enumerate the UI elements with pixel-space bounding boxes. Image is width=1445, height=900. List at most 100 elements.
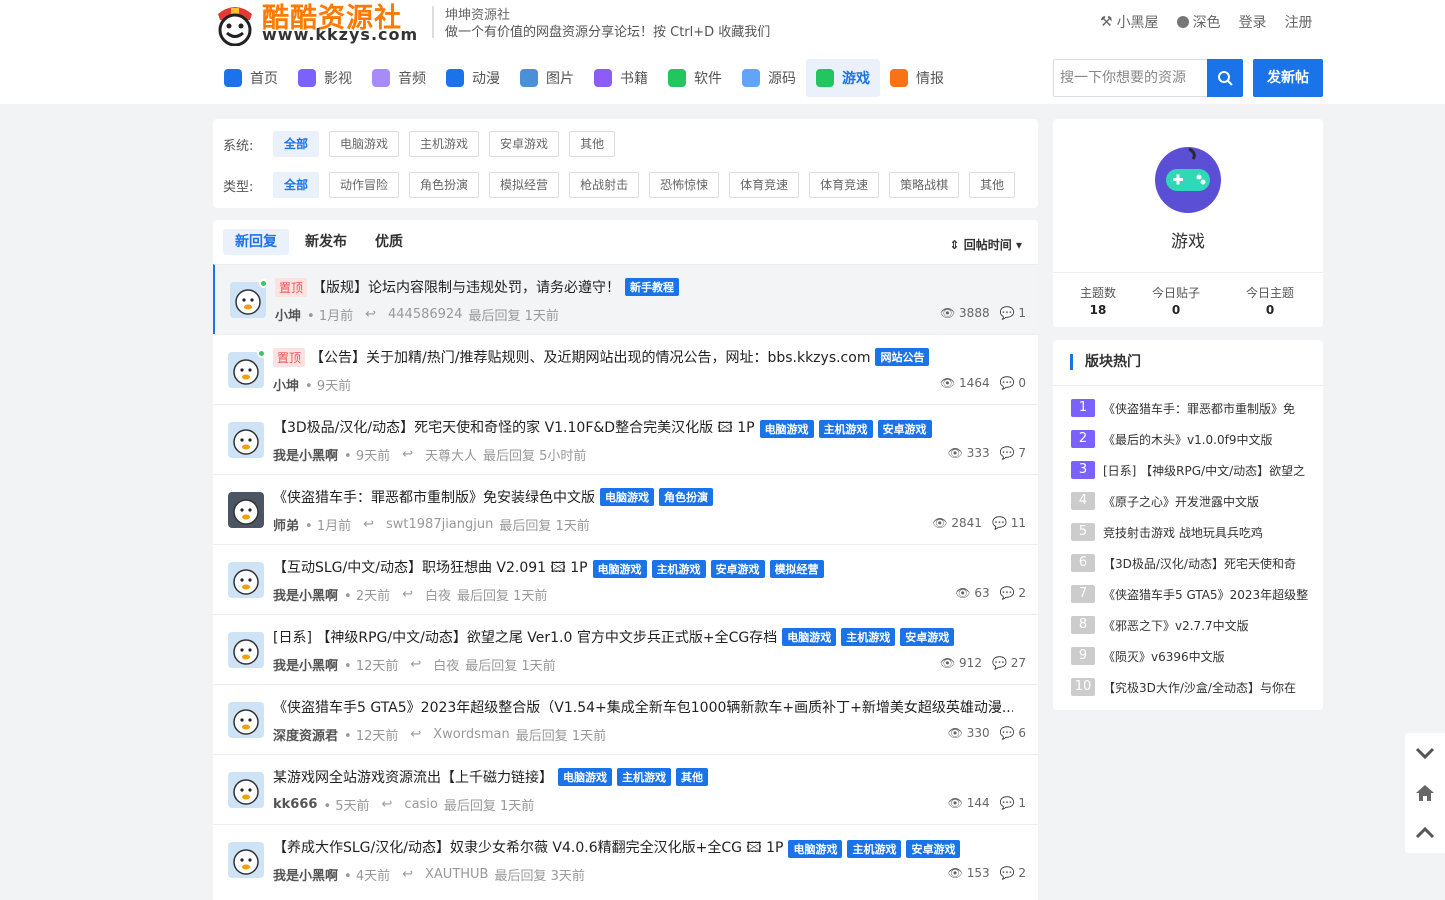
avatar[interactable] (228, 702, 264, 738)
tab-new-reply[interactable]: 新回复 (223, 229, 289, 255)
avatar[interactable] (228, 492, 264, 528)
system-filter-chip[interactable]: 安卓游戏 (489, 131, 560, 157)
hot-thread-item[interactable]: 7 《侠盗猎车手5 GTA5》2023年超级整 (1071, 585, 1311, 603)
login-link[interactable]: 登录 (1239, 12, 1267, 32)
type-filter-chip[interactable]: 全部 (273, 172, 320, 198)
last-replier[interactable]: 天尊大人 (425, 445, 477, 464)
thread-title-text[interactable]: 《侠盗猎车手：罪恶都市重制版》免安装绿色中文版 (273, 487, 595, 507)
thread-title[interactable]: 【3D极品/汉化/动态】死宅天使和奇怪的家 V1.10F&D整合完美汉化版 🖾 … (273, 417, 1013, 441)
hot-thread-title[interactable]: 《邪恶之下》v2.7.7中文版 (1103, 617, 1249, 634)
table-row[interactable]: 【互动SLG/中文/动态】职场狂想曲 V2.091 🖾 1P 电脑游戏 主机游戏 安卓… (213, 544, 1038, 614)
category-tag[interactable]: 安卓游戏 (900, 628, 955, 646)
hot-thread-title[interactable]: 《原子之心》开发泄露中文版 (1103, 493, 1259, 510)
avatar[interactable] (228, 772, 264, 808)
system-filter-chip[interactable]: 电脑游戏 (329, 131, 400, 157)
thread-title[interactable]: [日系] 【神级RPG/中文/动态】欲望之尾 Ver1.0 官方中文步兵正式版+… (273, 627, 1013, 647)
table-row[interactable]: 《侠盗猎车手：罪恶都市重制版》免安装绿色中文版 电脑游戏 角色扮演 师弟 • 1月前 ↩ s… (213, 474, 1038, 544)
thread-title[interactable]: 某游戏网全站游戏资源流出【上千磁力链接】 电脑游戏 主机游戏 其他 (273, 767, 1013, 787)
table-row[interactable]: 《侠盗猎车手5 GTA5》2023年超级整合版（V1.54+集成全新车包1000… (213, 684, 1038, 754)
site-logo[interactable]: 酷酷资源社 www.kkzys.com (212, 0, 417, 46)
last-replier[interactable]: 444586924 (388, 307, 462, 322)
type-filter-chip[interactable]: 体育竞速 (809, 172, 880, 198)
category-tag[interactable]: 电脑游戏 (558, 768, 612, 786)
nav-item-8[interactable]: 游戏 (806, 59, 880, 97)
category-tag[interactable]: 安卓游戏 (877, 420, 932, 438)
hot-thread-title[interactable]: 《侠盗猎车手5 GTA5》2023年超级整 (1103, 586, 1308, 603)
thread-title[interactable]: 【养成大作SLG/汉化/动态】奴隶少女希尔薇 V4.0.6精翻完全汉化版+全CG… (273, 837, 1013, 861)
blackroom-link[interactable]: ⚒ 小黑屋 (1100, 12, 1159, 32)
hot-thread-item[interactable]: 5 竞技射击游戏 战地玩具兵吃鸡 (1071, 523, 1311, 541)
avatar[interactable] (228, 842, 264, 878)
nav-item-6[interactable]: 软件 (658, 59, 732, 97)
type-filter-chip[interactable]: 体育竞速 (729, 172, 800, 198)
nav-item-7[interactable]: 源码 (732, 59, 806, 97)
author-name[interactable]: kk666 (273, 797, 317, 812)
hot-thread-item[interactable]: 6 【3D极品/汉化/动态】死宅天使和奇 (1071, 554, 1311, 572)
type-filter-chip[interactable]: 策略战棋 (889, 172, 960, 198)
thread-title-text[interactable]: 【版规】论坛内容限制与违规处罚，请务必遵守！ (312, 277, 620, 297)
hot-thread-title[interactable]: 【3D极品/汉化/动态】死宅天使和奇 (1103, 555, 1296, 572)
category-tag[interactable]: 电脑游戏 (592, 560, 647, 578)
avatar[interactable] (228, 422, 264, 458)
category-tag[interactable]: 电脑游戏 (600, 488, 654, 506)
hot-thread-item[interactable]: 4 《原子之心》开发泄露中文版 (1071, 492, 1311, 510)
new-post-button[interactable]: 发新帖 (1253, 59, 1323, 97)
nav-item-0[interactable]: 首页 (214, 59, 288, 97)
thread-title-text[interactable]: 《侠盗猎车手5 GTA5》2023年超级整合版（V1.54+集成全新车包1000… (273, 697, 1013, 717)
type-filter-chip[interactable]: 恐怖惊悚 (649, 172, 720, 198)
nav-item-5[interactable]: 书籍 (584, 59, 658, 97)
hot-thread-title[interactable]: 【究极3D大作/沙盒/全动态】与你在 (1103, 679, 1296, 696)
thread-title[interactable]: 【互动SLG/中文/动态】职场狂想曲 V2.091 🖾 1P 电脑游戏 主机游戏 安卓… (273, 557, 1013, 581)
nav-item-1[interactable]: 影视 (288, 59, 362, 97)
type-filter-chip[interactable]: 动作冒险 (329, 172, 400, 198)
author-name[interactable]: 我是小黑啊 (273, 585, 338, 604)
table-row[interactable]: [日系] 【神级RPG/中文/动态】欲望之尾 Ver1.0 官方中文步兵正式版+… (213, 614, 1038, 684)
author-name[interactable]: 小坤 (275, 305, 301, 324)
last-replier[interactable]: casio (404, 797, 437, 812)
scroll-top-button[interactable] (1405, 813, 1445, 853)
author-name[interactable]: 小坤 (273, 375, 299, 394)
nav-item-3[interactable]: 动漫 (436, 59, 510, 97)
last-replier[interactable]: 白夜 (433, 655, 459, 674)
table-row[interactable]: 置顶 【版规】论坛内容限制与违规处罚，请务必遵守！ 新手教程 小坤 • 1月前 ↩ 4445… (213, 264, 1038, 334)
avatar[interactable] (228, 632, 264, 668)
system-filter-chip[interactable]: 主机游戏 (409, 131, 480, 157)
category-tag[interactable]: 电脑游戏 (759, 420, 814, 438)
category-tag[interactable]: 电脑游戏 (788, 840, 843, 858)
avatar[interactable] (228, 562, 264, 598)
author-name[interactable]: 深度资源君 (273, 725, 338, 744)
author-name[interactable]: 我是小黑啊 (273, 445, 338, 464)
category-tag[interactable]: 安卓游戏 (906, 840, 961, 858)
author-name[interactable]: 师弟 (273, 515, 299, 534)
thread-title-text[interactable]: [日系] 【神级RPG/中文/动态】欲望之尾 Ver1.0 官方中文步兵正式版+… (273, 627, 777, 647)
thread-title-text[interactable]: 【养成大作SLG/汉化/动态】奴隶少女希尔薇 V4.0.6精翻完全汉化版+全CG… (273, 837, 783, 861)
category-tag[interactable]: 网站公告 (875, 348, 930, 366)
home-button[interactable] (1405, 773, 1445, 813)
hot-thread-title[interactable]: 《侠盗猎车手：罪恶都市重制版》免 (1103, 400, 1295, 417)
hot-thread-title[interactable]: 《陨灭》v6396中文版 (1103, 648, 1225, 665)
category-tag[interactable]: 其他 (676, 768, 708, 786)
thread-title[interactable]: 《侠盗猎车手5 GTA5》2023年超级整合版（V1.54+集成全新车包1000… (273, 697, 1013, 717)
thread-title-text[interactable]: 某游戏网全站游戏资源流出【上千磁力链接】 (273, 767, 553, 787)
category-tag[interactable]: 安卓游戏 (710, 560, 765, 578)
category-tag[interactable]: 模拟经营 (769, 560, 824, 578)
dark-mode-toggle[interactable]: 深色 (1176, 12, 1221, 32)
register-link[interactable]: 注册 (1285, 12, 1313, 32)
category-tag[interactable]: 主机游戏 (818, 420, 873, 438)
type-filter-chip[interactable]: 其他 (969, 172, 1016, 198)
last-replier[interactable]: 白夜 (425, 585, 451, 604)
thread-title[interactable]: 置顶 【版规】论坛内容限制与违规处罚，请务必遵守！ 新手教程 (275, 277, 1015, 297)
hot-thread-item[interactable]: 9 《陨灭》v6396中文版 (1071, 647, 1311, 665)
system-filter-chip[interactable]: 全部 (273, 131, 320, 157)
category-tag[interactable]: 新手教程 (625, 278, 680, 296)
system-filter-chip[interactable]: 其他 (569, 131, 616, 157)
thread-title[interactable]: 《侠盗猎车手：罪恶都市重制版》免安装绿色中文版 电脑游戏 角色扮演 (273, 487, 1013, 507)
hot-thread-item[interactable]: 2 《最后的木头》v1.0.0f9中文版 (1071, 430, 1311, 448)
table-row[interactable]: 【3D极品/汉化/动态】死宅天使和奇怪的家 V1.10F&D整合完美汉化版 🖾 … (213, 404, 1038, 474)
author-name[interactable]: 我是小黑啊 (273, 865, 338, 884)
hot-thread-title[interactable]: 《最后的木头》v1.0.0f9中文版 (1103, 431, 1273, 448)
type-filter-chip[interactable]: 枪战射击 (569, 172, 640, 198)
hot-thread-item[interactable]: 3 [日系] 【神级RPG/中文/动态】欲望之 (1071, 461, 1311, 479)
nav-item-2[interactable]: 音频 (362, 59, 436, 97)
last-replier[interactable]: swt1987jiangjun (386, 517, 493, 532)
